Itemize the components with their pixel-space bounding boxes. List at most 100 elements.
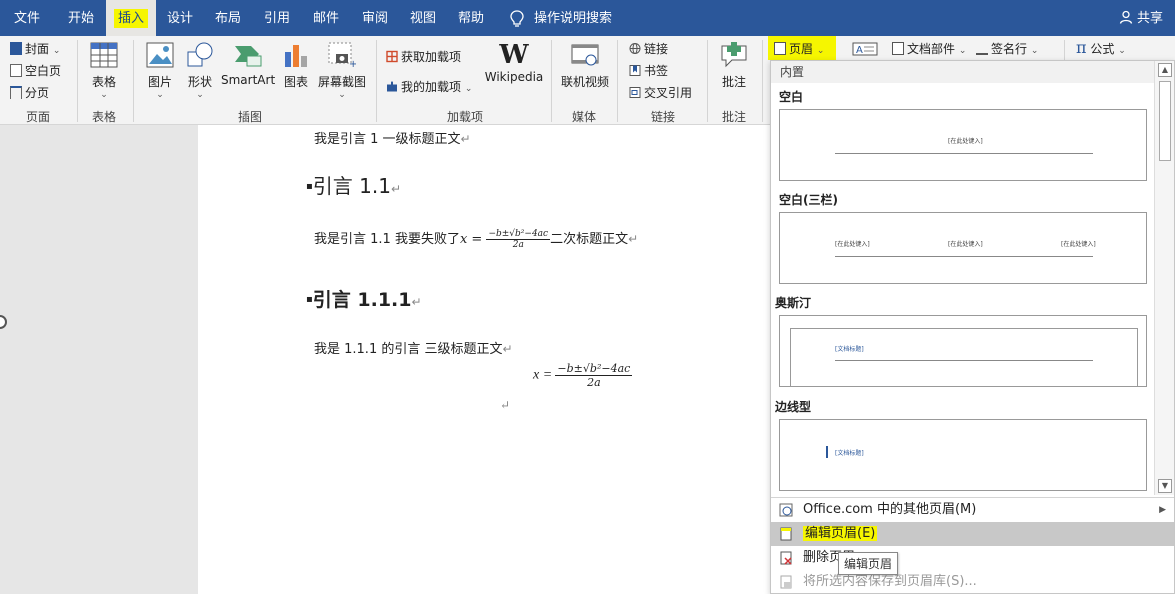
text-box-button[interactable]: A [852, 42, 878, 59]
group-divider [762, 40, 763, 122]
comment-label: 批注 [721, 75, 746, 89]
edit-header-item[interactable]: 编辑页眉(E) [771, 522, 1174, 546]
header-template-sideline[interactable]: [文档标题] [779, 419, 1147, 491]
lightbulb-icon [510, 10, 524, 27]
tab-view[interactable]: 视图 [410, 0, 436, 36]
bookmark-button[interactable]: 书签 [629, 62, 668, 79]
cross-reference-button[interactable]: 交叉引用 [629, 84, 692, 101]
tab-file[interactable]: 文件 [14, 0, 40, 36]
comment-icon [721, 42, 747, 68]
header-gallery-dropdown: 内置 空白 [在此处键入] 空白(三栏) [在此处键入] [在此处键入] [在此… [770, 60, 1175, 594]
tab-help[interactable]: 帮助 [458, 0, 484, 36]
wikipedia-button[interactable]: W Wikipedia [484, 40, 544, 84]
display-denominator: 2a [587, 376, 601, 389]
table-icon [90, 42, 118, 68]
person-icon [1119, 10, 1132, 24]
paragraph-2[interactable]: 我是引言 1.1 我要失败了x = −b±√b²−4ac 2a 二次标题正文↵ [314, 228, 638, 250]
cover-page-icon [10, 42, 22, 55]
paragraph-3[interactable]: 我是 1.1.1 的引言 三级标题正文↵ [314, 338, 513, 357]
gallery-scrollbar[interactable]: ▲ ▼ [1154, 61, 1174, 495]
office-globe-icon [779, 503, 793, 517]
wikipedia-label: Wikipedia [484, 70, 544, 84]
empty-paragraph[interactable]: ↵ [500, 397, 510, 413]
online-video-label: 联机视频 [560, 75, 609, 89]
formula-denominator: 2a [512, 240, 524, 250]
comments-group-label: 批注 [721, 110, 746, 124]
blank-page-button[interactable]: 空白页 [10, 62, 61, 79]
paragraph-mark-icon: ↵ [502, 342, 513, 356]
tab-home[interactable]: 开始 [68, 0, 94, 36]
smartart-button[interactable]: SmartArt [221, 42, 275, 87]
text-box-icon: A [852, 42, 878, 56]
tell-me-search[interactable]: 操作说明搜索 [534, 0, 612, 36]
quick-parts-icon [892, 42, 904, 55]
scroll-up-icon[interactable]: ▲ [1158, 63, 1172, 77]
chevron-down-icon: ⌄ [816, 46, 825, 56]
tables-group-label: 表格 [91, 110, 116, 124]
page-break-button[interactable]: 分页 [10, 84, 49, 101]
header-button[interactable]: 页眉 ⌄ [768, 36, 836, 60]
tab-mailings[interactable]: 邮件 [313, 0, 339, 36]
get-addins-button[interactable]: 获取加载项 [386, 48, 461, 65]
header-page-icon [774, 42, 786, 55]
paragraph-1-text: 我是引言 1 一级标题正文 [314, 132, 461, 147]
document-page[interactable] [198, 125, 778, 594]
canvas-gutter [0, 125, 198, 594]
shapes-button[interactable]: 形状 ⌄ [183, 42, 217, 100]
group-divider [77, 40, 78, 122]
tab-references[interactable]: 引用 [264, 0, 290, 36]
online-video-button[interactable]: 联机视频 [558, 42, 612, 90]
template-placeholder: [文档标题] [835, 450, 864, 457]
paragraph-mark-icon: ↵ [460, 132, 471, 146]
pages-group-label: 页面 [25, 110, 50, 124]
scroll-down-icon[interactable]: ▼ [1158, 479, 1172, 493]
signature-line-button[interactable]: 签名行 ⌄ [976, 40, 1038, 57]
template-placeholder: [在此处键入] [948, 241, 983, 248]
tab-layout[interactable]: 布局 [215, 0, 241, 36]
link-button[interactable]: 链接 [629, 40, 668, 57]
screenshot-button[interactable]: + 屏幕截图 ⌄ [316, 42, 368, 100]
shapes-icon [187, 42, 213, 67]
addins-group-label: 加载项 [446, 110, 483, 124]
display-formula-fraction: −b±√b²−4ac 2a [555, 362, 633, 389]
save-selection-to-gallery-item[interactable]: 将所选内容保存到页眉库(S)... [771, 570, 1174, 594]
save-to-gallery-icon [780, 575, 792, 589]
equation-button[interactable]: π 公式 ⌄ [1076, 38, 1126, 57]
display-formula[interactable]: x = −b±√b²−4ac 2a [533, 362, 633, 389]
share-button[interactable]: 共享 [1119, 0, 1163, 38]
more-headers-office-item[interactable]: Office.com 中的其他页眉(M) ▶ [771, 498, 1174, 522]
heading-2[interactable]: ▪引言 1.1↵ [306, 170, 401, 199]
header-template-austin[interactable]: [文档标题] [779, 315, 1147, 387]
cover-page-button[interactable]: 封面 ⌄ [10, 40, 60, 57]
more-headers-label: Office.com 中的其他页眉(M) [803, 502, 977, 517]
tab-insert[interactable]: 插入 [106, 0, 157, 36]
table-button[interactable]: 表格 ⌄ [86, 42, 122, 100]
chevron-down-icon: ⌄ [338, 90, 346, 100]
comment-button[interactable]: 批注 [716, 42, 752, 90]
scrollbar-thumb[interactable] [1159, 81, 1171, 161]
paragraph-mark-icon: ↵ [500, 398, 511, 412]
header-template-three-column[interactable]: [在此处键入] [在此处键入] [在此处键入] [779, 212, 1147, 284]
header-label: 页眉 [789, 42, 814, 56]
tab-design[interactable]: 设计 [167, 0, 193, 36]
link-label: 链接 [644, 42, 669, 56]
formula-numerator: −b±√b²−4ac [486, 229, 551, 240]
paragraph-1[interactable]: 我是引言 1 一级标题正文↵ [314, 128, 471, 147]
quick-parts-label: 文档部件 [907, 42, 956, 56]
links-group-label: 链接 [650, 110, 675, 124]
table-label: 表格 [91, 75, 116, 89]
chart-button[interactable]: 图表 [281, 42, 311, 90]
display-formula-lhs: x = [533, 367, 553, 383]
video-icon [571, 44, 599, 66]
remove-header-icon [780, 551, 792, 565]
picture-button[interactable]: 图片 ⌄ [143, 42, 177, 100]
tab-review[interactable]: 审阅 [362, 0, 388, 36]
remove-header-item[interactable]: 删除页眉 [771, 546, 1174, 570]
template-placeholder: [在此处键入] [835, 241, 870, 248]
chevron-down-icon: ⌄ [1118, 46, 1126, 56]
my-addins-button[interactable]: 我的加载项 ⌄ [386, 78, 472, 95]
heading-3[interactable]: ▪引言 1.1.1↵ [306, 285, 422, 312]
svg-text:+: + [349, 59, 356, 68]
quick-parts-button[interactable]: 文档部件 ⌄ [892, 40, 966, 57]
header-template-blank[interactable]: [在此处键入] [779, 109, 1147, 181]
